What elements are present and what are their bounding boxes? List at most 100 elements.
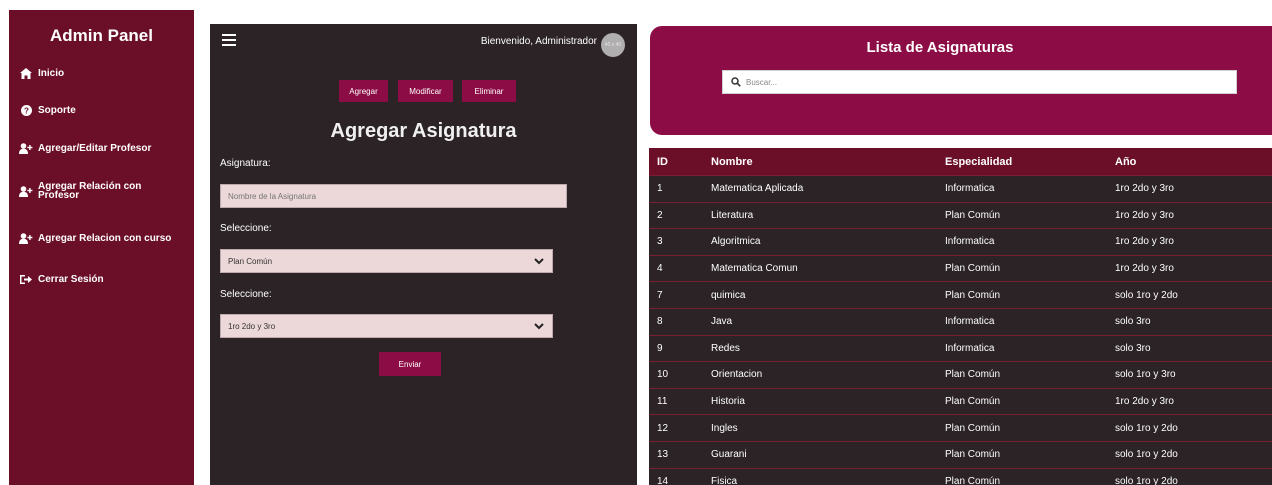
specialty-select[interactable]: Plan Común bbox=[220, 249, 553, 273]
subject-label: Asignatura: bbox=[220, 158, 271, 169]
table-row[interactable]: 11 Historia Plan Común 1ro 2do y 3ro bbox=[649, 388, 1272, 416]
table-body: 1 Matematica Aplicada Informatica 1ro 2do y… bbox=[649, 176, 1272, 485]
table-row[interactable]: 8 Java Informatica solo 3ro bbox=[649, 308, 1272, 336]
cell-ano: solo 1ro y 2do bbox=[1115, 289, 1178, 301]
sidebar-item-inicio[interactable]: Inicio bbox=[19, 67, 64, 79]
cell-especialidad: Plan Común bbox=[945, 396, 1001, 408]
year-label: Seleccione: bbox=[220, 289, 272, 300]
sidebar: Admin Panel Inicio ? Soporte Agregar/Edi… bbox=[9, 10, 194, 485]
cell-nombre: Algoritmica bbox=[711, 236, 761, 248]
cell-id: 3 bbox=[657, 236, 663, 248]
avatar[interactable]: 40 x 40 bbox=[601, 33, 625, 57]
cell-id: 10 bbox=[657, 369, 669, 381]
cell-ano: solo 1ro y 2do bbox=[1115, 449, 1178, 461]
cell-ano: 1ro 2do y 3ro bbox=[1115, 236, 1174, 248]
sidebar-item-agregar-relacion-curso[interactable]: Agregar Relacion con curso bbox=[19, 232, 171, 244]
cell-especialidad: Plan Común bbox=[945, 209, 1001, 221]
sidebar-item-label: Agregar Relación con Profesor bbox=[38, 181, 142, 201]
cell-nombre: Ingles bbox=[711, 422, 738, 434]
cell-nombre: Java bbox=[711, 316, 733, 328]
cell-especialidad: Plan Común bbox=[945, 289, 1001, 301]
cell-ano: solo 1ro y 2do bbox=[1115, 422, 1178, 434]
search-placeholder: Buscar... bbox=[746, 77, 778, 87]
table-row[interactable]: 12 Ingles Plan Común solo 1ro y 2do bbox=[649, 415, 1272, 442]
table-header-row: ID Nombre Especialidad Año bbox=[649, 148, 1272, 176]
cell-nombre: Fisica bbox=[711, 475, 738, 485]
sidebar-item-agregar-editar-profesor[interactable]: Agregar/Editar Profesor bbox=[19, 142, 151, 154]
column-header-nombre[interactable]: Nombre bbox=[711, 148, 753, 175]
table-row[interactable]: 1 Matematica Aplicada Informatica 1ro 2do y… bbox=[649, 176, 1272, 203]
welcome-text: Bienvenido, Administrador bbox=[480, 36, 597, 47]
sidebar-item-label: Inicio bbox=[38, 67, 65, 79]
topbar: Bienvenido, Administrador 40 x 40 bbox=[210, 24, 637, 60]
cell-especialidad: Plan Común bbox=[945, 422, 1001, 434]
table-row[interactable]: 10 Orientacion Plan Común solo 1ro y 3ro bbox=[649, 362, 1272, 389]
cell-id: 2 bbox=[657, 209, 663, 221]
user-plus-icon bbox=[19, 185, 33, 197]
cell-id: 4 bbox=[657, 263, 663, 275]
year-select[interactable]: 1ro 2do y 3ro bbox=[220, 314, 553, 338]
specialty-select-value: Plan Común bbox=[228, 256, 273, 266]
cell-especialidad: Plan Común bbox=[945, 475, 1001, 485]
submit-button[interactable]: Enviar bbox=[379, 352, 441, 376]
form-panel: Bienvenido, Administrador 40 x 40 Agrega… bbox=[210, 24, 637, 485]
sidebar-item-soporte[interactable]: ? Soporte bbox=[19, 104, 76, 116]
cell-ano: 1ro 2do y 3ro bbox=[1115, 209, 1174, 221]
column-header-id[interactable]: ID bbox=[657, 148, 668, 175]
cell-especialidad: Informatica bbox=[945, 342, 995, 354]
cell-ano: solo 3ro bbox=[1115, 342, 1151, 354]
table-row[interactable]: 9 Redes Informatica solo 3ro bbox=[649, 335, 1272, 363]
cell-nombre: Literatura bbox=[711, 209, 754, 221]
list-title: Lista de Asignaturas bbox=[866, 39, 1014, 56]
subject-input[interactable] bbox=[220, 184, 567, 208]
cell-especialidad: Plan Común bbox=[945, 369, 1001, 381]
cell-id: 12 bbox=[657, 422, 669, 434]
cell-especialidad: Informatica bbox=[945, 316, 995, 328]
year-select-value: 1ro 2do y 3ro bbox=[228, 321, 276, 331]
cell-ano: 1ro 2do y 3ro bbox=[1115, 183, 1174, 195]
sidebar-item-label: Cerrar Sesión bbox=[38, 273, 104, 285]
cell-ano: 1ro 2do y 3ro bbox=[1115, 396, 1174, 408]
column-header-especialidad[interactable]: Especialidad bbox=[945, 148, 1012, 175]
cell-nombre: Matematica Aplicada bbox=[711, 183, 804, 195]
table-row[interactable]: 4 Matematica Comun Plan Común 1ro 2do y 3ro bbox=[649, 255, 1272, 283]
cell-nombre: Redes bbox=[711, 342, 740, 354]
table-row[interactable]: 14 Fisica Plan Común solo 1ro y 2do bbox=[649, 468, 1272, 485]
list-header: Lista de Asignaturas Buscar... bbox=[650, 26, 1272, 135]
table-row[interactable]: 7 quimica Plan Común solo 1ro y 2do bbox=[649, 282, 1272, 309]
sidebar-item-agregar-relacion-profesor[interactable]: Agregar Relación con Profesor bbox=[19, 181, 148, 201]
subjects-table: ID Nombre Especialidad Año 1 Matematica A… bbox=[649, 148, 1272, 485]
chevron-down-icon bbox=[534, 323, 544, 330]
sidebar-item-label: Soporte bbox=[38, 104, 76, 116]
cell-id: 9 bbox=[657, 342, 663, 354]
cell-nombre: Historia bbox=[711, 396, 745, 408]
table-row[interactable]: 3 Algoritmica Informatica 1ro 2do y 3ro bbox=[649, 229, 1272, 256]
user-plus-icon bbox=[19, 232, 33, 244]
cell-id: 1 bbox=[657, 183, 663, 195]
cell-especialidad: Plan Común bbox=[945, 263, 1001, 275]
search-input[interactable]: Buscar... bbox=[722, 70, 1237, 94]
cell-id: 7 bbox=[657, 289, 663, 301]
home-icon bbox=[19, 67, 33, 79]
table-row[interactable]: 2 Literatura Plan Común 1ro 2do y 3ro bbox=[649, 202, 1272, 230]
help-circle-icon: ? bbox=[19, 104, 33, 116]
cell-ano: solo 1ro y 2do bbox=[1115, 475, 1178, 485]
cell-id: 14 bbox=[657, 475, 669, 485]
specialty-label: Seleccione: bbox=[220, 223, 272, 234]
chevron-down-icon bbox=[534, 258, 544, 265]
sign-out-icon bbox=[19, 273, 33, 285]
form-title: Agregar Asignatura bbox=[330, 120, 517, 142]
add-button[interactable]: Agregar bbox=[339, 80, 388, 102]
modify-button[interactable]: Modificar bbox=[398, 80, 453, 102]
cell-especialidad: Informatica bbox=[945, 236, 995, 248]
delete-button[interactable]: Eliminar bbox=[462, 80, 516, 102]
sidebar-item-cerrar-sesion[interactable]: Cerrar Sesión bbox=[19, 273, 104, 285]
table-row[interactable]: 13 Guarani Plan Común solo 1ro y 2do bbox=[649, 441, 1272, 469]
cell-id: 13 bbox=[657, 449, 669, 461]
column-header-ano[interactable]: Año bbox=[1115, 148, 1136, 175]
hamburger-menu-icon[interactable] bbox=[222, 34, 236, 46]
cell-nombre: Matematica Comun bbox=[711, 263, 798, 275]
cell-nombre: Orientacion bbox=[711, 369, 763, 381]
sidebar-title: Admin Panel bbox=[50, 26, 153, 45]
user-plus-icon bbox=[19, 142, 33, 154]
